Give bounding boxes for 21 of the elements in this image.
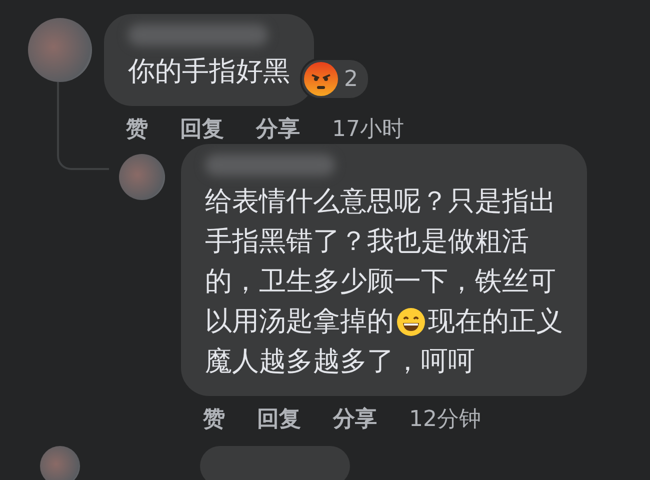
comment-time: 17小时	[332, 116, 404, 144]
comment-text: 以用汤匙拿掉的	[205, 305, 394, 339]
comment-action-link[interactable]: 赞	[126, 114, 148, 144]
comment-action-link[interactable]: 回复	[180, 114, 224, 144]
comment-action-link[interactable]: 赞	[203, 404, 225, 434]
comment-action-link[interactable]: 回复	[257, 404, 301, 434]
comment-text: 你的手指好黑	[128, 55, 290, 89]
grinning-face-icon	[396, 307, 426, 337]
comment-text: 给表情什么意思呢？只是指出	[205, 185, 556, 219]
comment-time: 12分钟	[409, 406, 481, 434]
avatar[interactable]	[40, 446, 80, 480]
comment-text: 现在的正义	[428, 305, 563, 339]
comment-action-link[interactable]: 分享	[333, 404, 377, 434]
reaction-pill[interactable]: 2	[300, 58, 370, 100]
avatar[interactable]	[119, 154, 165, 200]
reaction-count: 2	[344, 66, 358, 92]
comment-action-link[interactable]: 分享	[256, 114, 300, 144]
comment-text: 的，卫生多少顾一下，铁丝可	[205, 265, 556, 299]
comment-text: 魔人越多越多了，呵呵	[205, 345, 475, 379]
angry-face-icon	[304, 62, 338, 96]
comment-text: 手指黑错了？我也是做粗活	[205, 225, 529, 259]
